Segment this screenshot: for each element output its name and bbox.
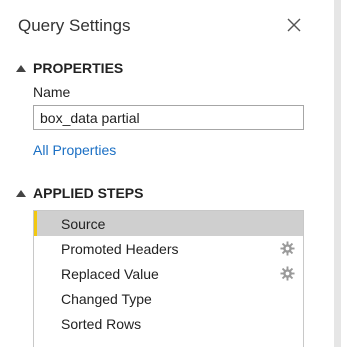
name-label: Name — [33, 84, 71, 100]
properties-header: PROPERTIES — [33, 60, 124, 76]
step-label: Promoted Headers — [61, 240, 179, 257]
applied-steps-list: Source Promoted Headers Replaced Value C… — [33, 210, 304, 347]
close-icon — [287, 18, 301, 32]
step-promoted-headers[interactable]: Promoted Headers — [34, 236, 303, 261]
all-properties-link[interactable]: All Properties — [33, 142, 116, 158]
query-settings-pane: Query Settings PROPERTIES Name All Prope… — [0, 0, 334, 347]
collapse-caret-icon — [16, 64, 26, 72]
step-label: Changed Type — [61, 290, 152, 307]
step-label: Replaced Value — [61, 265, 159, 282]
query-name-input[interactable] — [33, 105, 304, 130]
pane-title: Query Settings — [18, 16, 131, 35]
applied-steps-section-toggle[interactable]: APPLIED STEPS — [16, 184, 143, 202]
close-button[interactable] — [284, 15, 304, 35]
applied-steps-header: APPLIED STEPS — [33, 185, 144, 201]
step-label: Source — [61, 215, 106, 232]
pane-scrollbar[interactable] — [334, 0, 341, 347]
collapse-caret-icon — [16, 189, 26, 197]
gear-icon[interactable] — [280, 241, 295, 256]
step-replaced-value[interactable]: Replaced Value — [34, 261, 303, 286]
gear-icon[interactable] — [280, 266, 295, 281]
step-source[interactable]: Source — [34, 211, 303, 236]
step-sorted-rows[interactable]: Sorted Rows — [34, 311, 303, 336]
properties-section-toggle[interactable]: PROPERTIES — [16, 59, 123, 77]
step-changed-type[interactable]: Changed Type — [34, 286, 303, 311]
step-label: Sorted Rows — [61, 315, 142, 332]
